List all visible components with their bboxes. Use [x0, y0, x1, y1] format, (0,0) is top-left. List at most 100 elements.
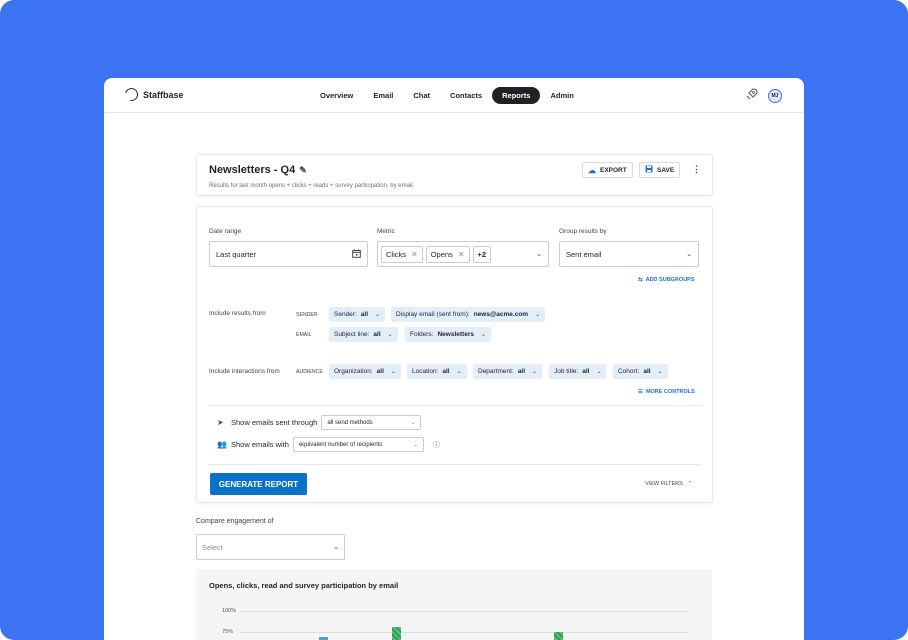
chevron-down-icon: ⌄ — [333, 544, 339, 551]
nav-item-chat[interactable]: Chat — [403, 87, 440, 104]
remove-icon[interactable]: ✕ — [458, 250, 465, 259]
sent-through-label: Show emails sent through — [231, 418, 318, 427]
chevron-down-icon: ⌄ — [375, 312, 381, 318]
tag-key: Folders: — [410, 331, 434, 338]
tag-key: Location: — [412, 368, 439, 375]
tag-value: all — [643, 368, 651, 375]
brand[interactable]: Staffbase — [122, 85, 184, 104]
subgroup-icon: ⇆ — [638, 277, 643, 283]
more-controls-link[interactable]: ☰ MORE CONTROLS — [638, 389, 695, 395]
metric-label: Metric — [377, 228, 395, 235]
location-filter-tag[interactable]: Location: all ⌄ — [407, 364, 467, 379]
sender-category: SENDER — [296, 312, 318, 318]
organization-filter-tag[interactable]: Organization: all ⌄ — [329, 364, 401, 379]
add-subgroups-label: ADD SUBGROUPS — [645, 277, 695, 283]
nav-item-reports[interactable]: Reports — [492, 87, 541, 104]
tag-key: Subject line: — [334, 331, 370, 338]
chart-bar[interactable] — [392, 627, 401, 640]
nav-item-email[interactable]: Email — [363, 87, 403, 104]
chevron-down-icon: ⌄ — [456, 369, 462, 375]
group-results-label: Group results by — [559, 228, 607, 235]
info-icon[interactable]: ⓘ — [433, 440, 440, 450]
gridline — [240, 632, 688, 633]
people-icon: 👥 — [217, 440, 227, 449]
show-with-select[interactable]: equivalent number of recipients ⌄ — [292, 437, 424, 452]
avatar[interactable]: MJ — [768, 88, 782, 103]
tag-key: Sender: — [334, 311, 357, 318]
save-label: SAVE — [657, 166, 675, 174]
chevron-down-icon: ⌄ — [657, 369, 663, 375]
include-results-label: Include results from — [209, 310, 266, 317]
job-title-filter-tag[interactable]: Job title: all ⌄ — [549, 364, 607, 379]
nav-item-overview[interactable]: Overview — [310, 87, 363, 104]
tag-value: all — [360, 311, 369, 318]
chevron-down-icon: ⌄ — [411, 419, 416, 426]
compare-select[interactable]: Select ⌄ — [196, 534, 345, 560]
tag-value: all — [517, 368, 526, 375]
divider — [209, 405, 702, 406]
pencil-icon[interactable]: ✎ — [299, 165, 307, 176]
department-filter-tag[interactable]: Department: all ⌄ — [473, 364, 543, 379]
nav-item-contacts[interactable]: Contacts — [440, 87, 492, 104]
metric-chip-opens[interactable]: Opens ✕ — [425, 245, 470, 263]
compare-label: Compare engagement of — [196, 518, 274, 525]
tag-key: Department: — [478, 368, 514, 375]
remove-icon[interactable]: ✕ — [411, 250, 418, 259]
sliders-icon: ☰ — [638, 389, 643, 395]
sent-through-value: all send methods — [327, 419, 373, 426]
email-category: EMAIL — [296, 332, 312, 338]
tag-value: all — [373, 331, 381, 338]
report-title-row: Newsletters - Q4 ✎ — [209, 164, 307, 176]
export-label: EXPORT — [600, 166, 627, 174]
y-tick-label: 100% — [222, 608, 237, 614]
nav-items: Overview Email Chat Contacts Reports Adm… — [310, 87, 584, 104]
cohort-filter-tag[interactable]: Cohort: all ⌄ — [613, 364, 668, 379]
sent-through-row: ➤ Show emails sent through all send meth… — [217, 415, 422, 430]
y-tick-label: 75% — [222, 629, 234, 635]
report-subtitle: Results for last month opens + clicks + … — [209, 183, 415, 189]
tag-value: all — [442, 368, 450, 375]
gridline — [240, 611, 688, 612]
cloud-upload-icon: ☁ — [588, 165, 596, 175]
metric-chip-clicks[interactable]: Clicks ✕ — [381, 245, 423, 263]
rocket-icon[interactable] — [746, 88, 758, 103]
report-title: Newsletters - Q4 — [209, 164, 296, 176]
divider — [209, 464, 702, 465]
save-button[interactable]: SAVE — [639, 162, 681, 178]
show-with-row: 👥 Show emails with equivalent number of … — [217, 437, 440, 452]
view-filters-toggle[interactable]: VIEW FILTERS ⌃ — [645, 481, 692, 487]
subject-line-filter-tag[interactable]: Subject line: all ⌄ — [329, 327, 398, 342]
chevron-down-icon: ⌄ — [390, 369, 396, 375]
folders-filter-tag[interactable]: Folders: Newsletters ⌄ — [405, 327, 492, 342]
compare-placeholder: Select — [202, 542, 223, 552]
tag-key: Job title: — [554, 368, 579, 375]
staffbase-logo-icon — [122, 85, 141, 104]
calendar-icon — [352, 249, 361, 260]
chart-title: Opens, clicks, read and survey participa… — [209, 581, 399, 590]
report-header-card: Newsletters - Q4 ✎ Results for last mont… — [196, 154, 713, 196]
group-results-value: Sent email — [566, 249, 602, 259]
nav-right: MJ — [746, 88, 782, 103]
more-controls-label: MORE CONTROLS — [645, 389, 695, 395]
generate-report-button[interactable]: GENERATE REPORT — [210, 473, 307, 495]
sent-through-select[interactable]: all send methods ⌄ — [321, 415, 422, 430]
metric-multiselect[interactable]: Clicks ✕ Opens ✕ +2 ⌄ — [377, 241, 549, 267]
date-range-input[interactable]: Last quarter — [209, 241, 368, 267]
chevron-down-icon[interactable]: ⌄ — [536, 250, 542, 258]
include-interactions-label: Include interactions from — [209, 368, 280, 375]
chart-bar[interactable] — [554, 632, 563, 640]
more-vert-icon[interactable]: ⋮ — [692, 164, 701, 175]
export-button[interactable]: ☁ EXPORT — [582, 162, 633, 178]
add-subgroups-link[interactable]: ⇆ ADD SUBGROUPS — [638, 277, 695, 283]
floppy-disk-icon — [645, 165, 653, 175]
group-results-select[interactable]: Sent email ⌄ — [559, 241, 699, 267]
display-email-filter-tag[interactable]: Display email (sent from): news@acme.com … — [391, 307, 546, 322]
sender-filter-tag[interactable]: Sender: all ⌄ — [329, 307, 386, 322]
nav-item-admin[interactable]: Admin — [540, 87, 583, 104]
chip-label: Opens — [430, 249, 453, 259]
tag-key: Cohort: — [618, 368, 640, 375]
view-filters-label: VIEW FILTERS — [645, 481, 683, 487]
send-icon: ➤ — [217, 418, 224, 427]
chevron-down-icon: ⌄ — [480, 332, 487, 338]
metric-more-chip[interactable]: +2 — [472, 245, 492, 263]
